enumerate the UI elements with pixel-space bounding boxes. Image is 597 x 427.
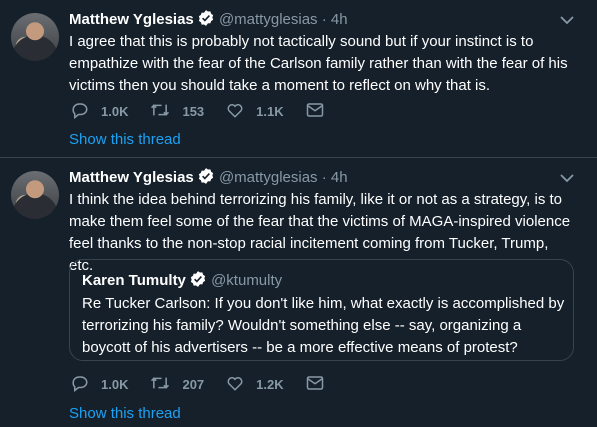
- reply-button[interactable]: 1.0K: [71, 374, 128, 395]
- retweet-count: 153: [182, 104, 205, 119]
- envelope-icon: [306, 102, 324, 121]
- tweet-actions: 1.0K 207 1.2K: [71, 374, 346, 395]
- author-name[interactable]: Matthew Yglesias: [69, 11, 194, 28]
- show-thread-link[interactable]: Show this thread: [69, 405, 181, 422]
- retweet-icon: [150, 374, 182, 395]
- tweet-text: I agree that this is probably not tactic…: [69, 33, 568, 94]
- quoted-tweet-text: Re Tucker Carlson: If you don't like him…: [82, 295, 565, 356]
- show-thread-link[interactable]: Show this thread: [69, 131, 181, 148]
- tweet[interactable]: Matthew Yglesias @mattyglesias · 4h I ag…: [0, 0, 597, 158]
- reply-icon: [71, 101, 101, 122]
- timestamp[interactable]: 4h: [331, 11, 348, 28]
- retweet-icon: [150, 101, 182, 122]
- avatar[interactable]: [11, 13, 59, 61]
- like-count: 1.2K: [256, 377, 284, 392]
- direct-message-button[interactable]: [306, 102, 324, 121]
- like-button[interactable]: 1.2K: [226, 374, 284, 395]
- verified-badge-icon: [189, 270, 207, 292]
- tweet-actions: 1.0K 153 1.1K: [71, 101, 346, 122]
- reply-button[interactable]: 1.0K: [71, 101, 128, 122]
- separator-dot: ·: [321, 169, 327, 186]
- retweet-button[interactable]: 207: [150, 374, 204, 395]
- heart-icon: [226, 101, 256, 122]
- timestamp[interactable]: 4h: [331, 169, 348, 186]
- chevron-down-icon[interactable]: [559, 170, 575, 186]
- retweet-button[interactable]: 153: [150, 101, 204, 122]
- quoted-author-handle: @ktumulty: [211, 272, 283, 289]
- envelope-icon: [306, 375, 324, 394]
- verified-badge-icon: [197, 9, 215, 33]
- quoted-author-name: Karen Tumulty: [82, 272, 186, 289]
- like-count: 1.1K: [256, 104, 284, 119]
- quoted-tweet-header: Karen Tumulty @ktumulty: [82, 270, 282, 292]
- author-handle[interactable]: @mattyglesias: [219, 169, 318, 186]
- avatar[interactable]: [11, 171, 59, 219]
- reply-icon: [71, 374, 101, 395]
- tweet-header: Matthew Yglesias @mattyglesias · 4h: [69, 167, 348, 191]
- verified-badge-icon: [197, 167, 215, 191]
- tweet[interactable]: Matthew Yglesias @mattyglesias · 4h I th…: [0, 158, 597, 426]
- chevron-down-icon[interactable]: [559, 12, 575, 28]
- reply-count: 1.0K: [101, 377, 129, 392]
- author-handle[interactable]: @mattyglesias: [219, 11, 318, 28]
- quoted-tweet[interactable]: Karen Tumulty @ktumulty Re Tucker Carlso…: [69, 259, 574, 361]
- reply-count: 1.0K: [101, 104, 129, 119]
- heart-icon: [226, 374, 256, 395]
- author-name[interactable]: Matthew Yglesias: [69, 169, 194, 186]
- tweet-header: Matthew Yglesias @mattyglesias · 4h: [69, 9, 348, 33]
- retweet-count: 207: [182, 377, 205, 392]
- direct-message-button[interactable]: [306, 375, 324, 394]
- like-button[interactable]: 1.1K: [226, 101, 284, 122]
- separator-dot: ·: [321, 11, 327, 28]
